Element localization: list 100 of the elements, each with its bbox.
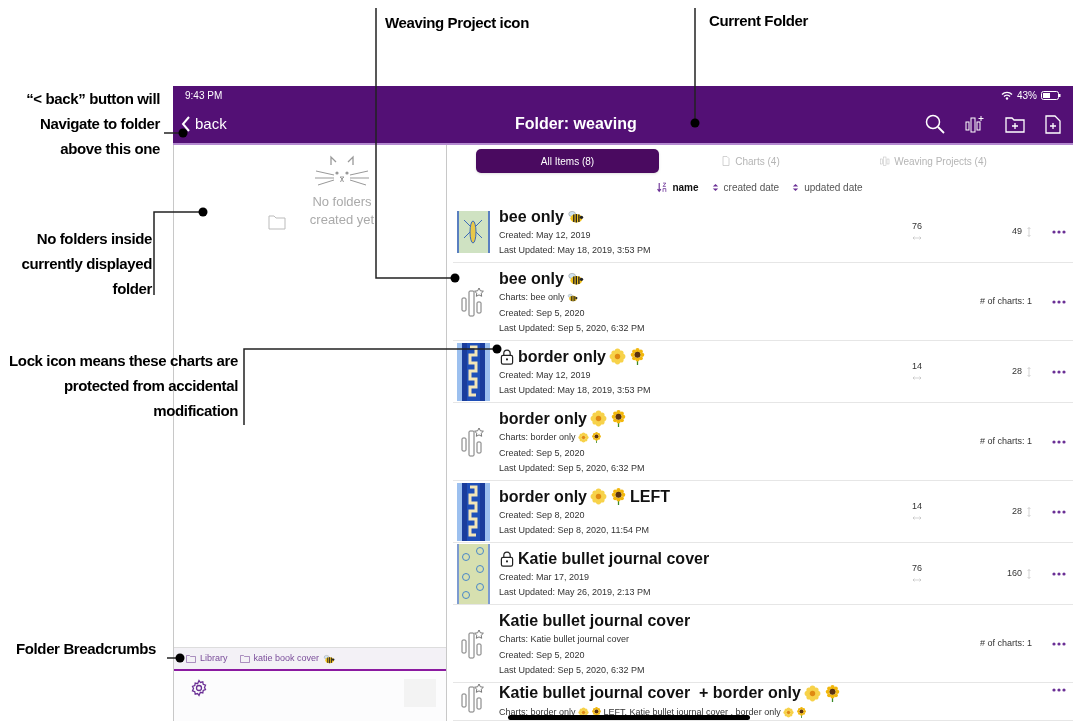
document-icon xyxy=(721,156,732,166)
breadcrumb-link[interactable]: katie book cover xyxy=(253,651,320,666)
daisy-icon xyxy=(590,410,607,427)
folder-title: Folder: weaving xyxy=(514,114,637,134)
chart-count: # of charts: 1 xyxy=(979,434,1032,448)
weaving-project-icon xyxy=(460,426,486,457)
charts-list: Charts: bee only xyxy=(499,291,565,304)
item-title: border only xyxy=(518,346,606,367)
annotation-label: “< back” button will Navigate to folder above this one xyxy=(25,89,160,159)
weaving-project-icon xyxy=(460,683,486,713)
folder-icon xyxy=(186,653,196,664)
status-time: 9:43 PM xyxy=(185,89,223,103)
item-date: Last Updated: Sep 8, 2020, 11:54 PM xyxy=(499,523,650,537)
add-project-icon[interactable] xyxy=(965,115,985,133)
settings-icon[interactable] xyxy=(190,679,208,697)
item-date: Last Updated: May 18, 2019, 3:53 PM xyxy=(499,243,652,257)
sunflower-icon xyxy=(795,706,807,718)
sort-az-icon xyxy=(657,181,669,193)
more-icon xyxy=(1052,571,1066,576)
item-date: Last Updated: Sep 5, 2020, 6:32 PM xyxy=(499,461,646,475)
weaving-project-icon xyxy=(460,286,486,317)
more-icon xyxy=(1052,509,1066,514)
item-date: Created: Mar 17, 2019 xyxy=(499,570,591,584)
chart-thumbnail xyxy=(456,482,490,541)
width-value: 14 xyxy=(912,499,922,513)
sunflower-icon xyxy=(590,432,602,443)
more-icon xyxy=(1052,688,1066,692)
item-date: Created: May 12, 2019 xyxy=(499,228,592,242)
sort-icon xyxy=(710,182,720,192)
wifi-icon xyxy=(1001,91,1013,100)
annotation-label: No folders inside currently displayed folder xyxy=(20,229,152,299)
charts-list: Charts: Katie bullet journal cover xyxy=(499,633,630,646)
sunflower-icon xyxy=(610,488,627,505)
item-title: Katie bullet journal cover xyxy=(518,548,710,569)
new-file-icon[interactable] xyxy=(1045,114,1061,134)
item-date: Last Updated: Sep 5, 2020, 6:32 PM xyxy=(499,663,646,677)
item-date: Created: Sep 8, 2020 xyxy=(499,508,586,522)
search-icon[interactable] xyxy=(925,114,945,134)
bars-icon xyxy=(880,156,891,166)
item-title: border only xyxy=(499,486,587,507)
annotation-label: Weaving Project icon xyxy=(385,13,529,33)
bee-icon xyxy=(323,652,336,665)
item-title: border only xyxy=(499,408,587,429)
breadcrumb-link[interactable]: Library xyxy=(200,651,228,666)
empty-message: No folders created yet xyxy=(308,193,376,229)
item-title: Katie bullet journal cover xyxy=(499,610,691,631)
item-date: Last Updated: May 18, 2019, 3:53 PM xyxy=(499,383,652,397)
leader-line xyxy=(163,128,188,138)
more-icon xyxy=(1052,369,1066,374)
weaving-project-icon xyxy=(460,628,486,659)
charts-list: LEFT, Katie bullet journal cover , border only xyxy=(603,705,781,719)
item-date: Created: Sep 5, 2020 xyxy=(499,306,586,320)
sort-option[interactable]: name xyxy=(657,179,699,195)
sort-icon xyxy=(791,182,801,192)
sort-option[interactable]: created date xyxy=(710,179,780,195)
annotation-label: Folder Breadcrumbs xyxy=(16,639,156,659)
item-date: Created: Sep 5, 2020 xyxy=(499,446,586,460)
bee-icon xyxy=(566,208,584,225)
chart-thumbnail xyxy=(456,342,490,401)
height-value: 28 xyxy=(1012,504,1022,518)
width-value: 76 xyxy=(912,561,922,575)
item-title: LEFT xyxy=(630,486,670,507)
chart-count: # of charts: 1 xyxy=(979,294,1032,308)
back-button[interactable]: back xyxy=(181,112,227,136)
folder-icon xyxy=(268,215,286,230)
height-value: 160 xyxy=(1006,566,1022,580)
more-icon xyxy=(1052,439,1066,444)
battery-icon xyxy=(1041,91,1061,100)
more-icon xyxy=(1052,299,1066,304)
height-value: 28 xyxy=(1012,364,1022,378)
height-value: 49 xyxy=(1012,224,1022,238)
more-icon xyxy=(1052,641,1066,646)
charts-list: Charts: border only xyxy=(499,431,576,444)
new-folder-icon[interactable] xyxy=(1005,115,1025,133)
daisy-icon xyxy=(609,348,626,365)
sunflower-icon xyxy=(629,348,646,365)
item-title: Katie bullet journal cover + border only xyxy=(499,683,801,703)
tab[interactable]: All Items (8) xyxy=(476,149,659,173)
folder-icon xyxy=(239,653,250,664)
sunflower-icon xyxy=(823,684,841,702)
width-value: 76 xyxy=(912,219,922,233)
chart-count: # of charts: 1 xyxy=(979,636,1032,650)
item-date: Last Updated: May 26, 2019, 2:13 PM xyxy=(499,585,652,599)
daisy-icon xyxy=(590,488,607,505)
daisy-icon xyxy=(782,706,794,718)
chevron-left-icon xyxy=(181,116,191,132)
annotation-label: Lock icon means these charts are protected from accidental modification xyxy=(8,351,238,421)
more-icon xyxy=(1052,229,1066,234)
item-date: Created: Sep 5, 2020 xyxy=(499,648,586,662)
battery-level: 43% xyxy=(1017,89,1037,103)
charts-list: Charts: border only xyxy=(499,705,576,719)
bee-icon xyxy=(566,270,584,287)
chart-thumbnail xyxy=(456,210,490,253)
annotation-label: Current Folder xyxy=(709,11,808,31)
width-value: 14 xyxy=(912,359,922,373)
item-title: bee only xyxy=(499,206,564,227)
sort-option[interactable]: updated date xyxy=(791,179,863,195)
leader-line xyxy=(166,653,185,663)
item-date: Created: May 12, 2019 xyxy=(499,368,592,382)
item-date: Last Updated: Sep 5, 2020, 6:32 PM xyxy=(499,321,646,335)
